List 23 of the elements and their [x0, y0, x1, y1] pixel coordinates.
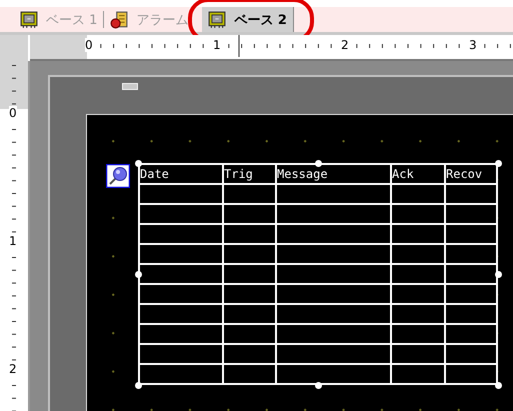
alarm-table[interactable]: Date Trig Message Ack Recov [138, 163, 498, 385]
monitor-icon [20, 10, 38, 28]
selection-handle[interactable] [134, 382, 142, 388]
tab[interactable]: ベース 2 [202, 7, 294, 32]
selection-handle[interactable] [134, 160, 142, 166]
column-header: Message [276, 164, 391, 184]
column-header: Ack [391, 164, 445, 184]
ruler-label: 0 [85, 38, 93, 52]
selection-handle[interactable] [494, 160, 502, 166]
selection-handle[interactable] [314, 160, 322, 166]
selection-handle[interactable] [134, 270, 142, 278]
ruler-label: 1 [213, 38, 221, 52]
alarm-icon [110, 10, 128, 28]
ruler-label: 2 [341, 38, 349, 52]
ruler-label: 3 [469, 38, 477, 52]
ruler-label: 2 [9, 362, 17, 376]
column-header: Date [139, 164, 223, 184]
monitor-icon [208, 10, 226, 28]
magnifier-icon[interactable] [106, 164, 130, 188]
column-header: Recov [445, 164, 497, 184]
ruler-label: 1 [9, 234, 17, 248]
column-header: Trig [223, 164, 276, 184]
ruler-label: 0 [9, 106, 17, 120]
